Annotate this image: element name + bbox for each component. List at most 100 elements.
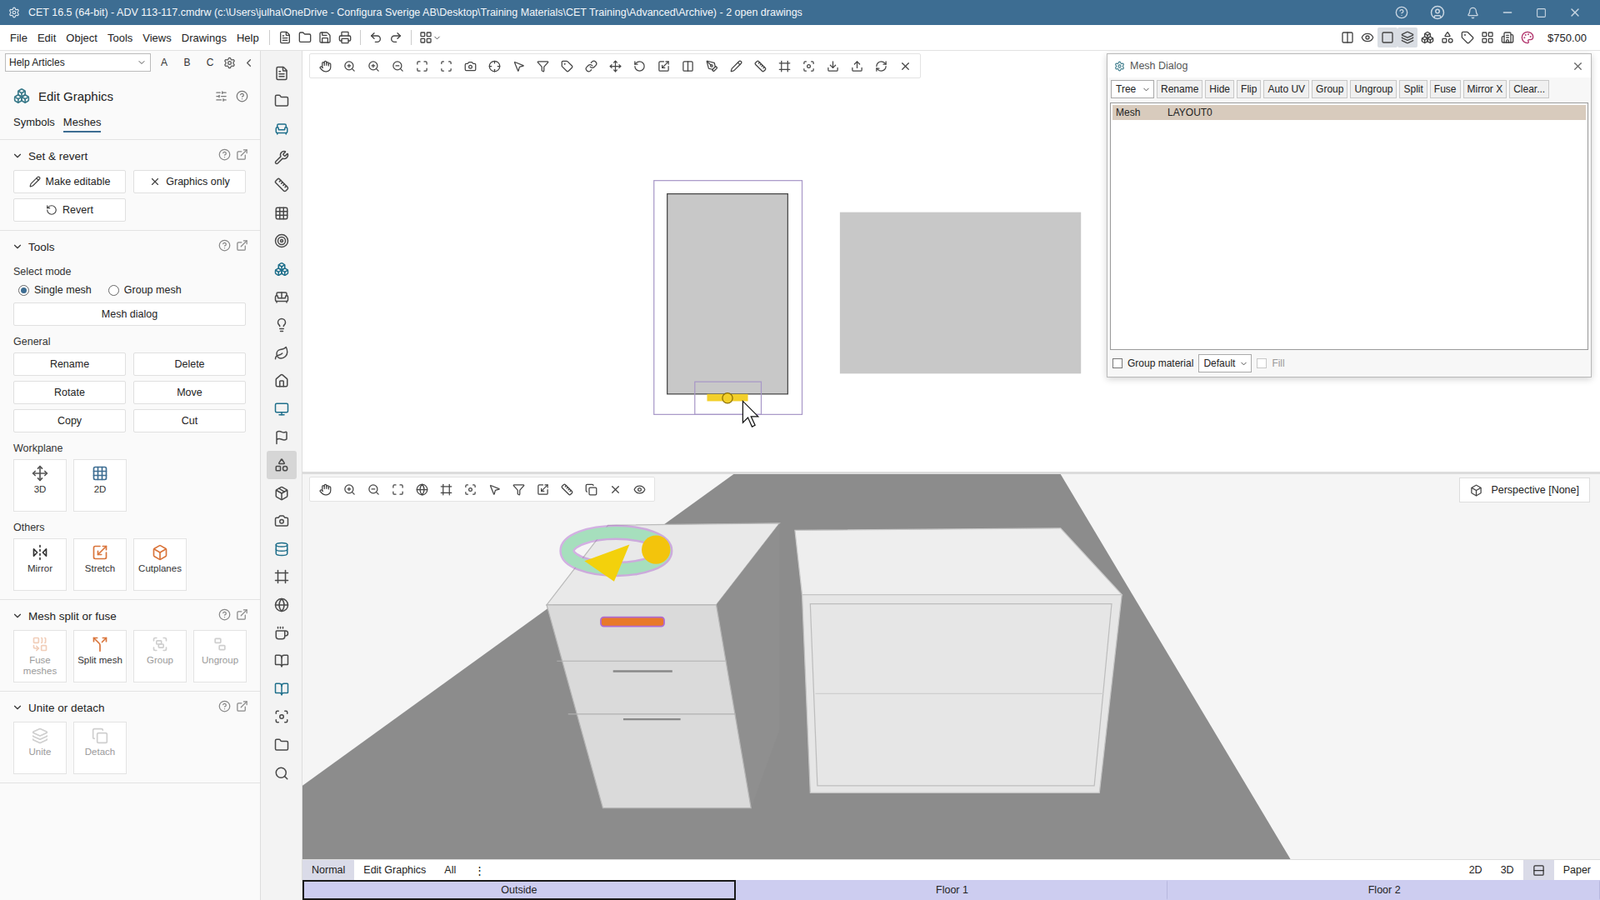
mesh-list[interactable]: MeshLAYOUT0 bbox=[1110, 102, 1589, 350]
tool-strip-icon[interactable] bbox=[266, 563, 297, 592]
view-mode[interactable]: 2D bbox=[1460, 860, 1492, 880]
tool-strip-icon[interactable] bbox=[266, 227, 297, 256]
view-tool-icon[interactable] bbox=[363, 55, 384, 76]
tool-strip-icon[interactable] bbox=[266, 143, 297, 172]
toolbar-icon[interactable] bbox=[1337, 27, 1358, 48]
view-tool-icon[interactable] bbox=[532, 479, 553, 500]
dialog-button[interactable]: Group bbox=[1311, 80, 1348, 99]
panel-tab[interactable]: Symbols bbox=[13, 115, 55, 133]
section-header[interactable]: Unite or detach bbox=[0, 695, 260, 720]
tool-strip-icon[interactable] bbox=[266, 255, 297, 284]
layout-dropdown-icon[interactable] bbox=[416, 27, 445, 48]
view-tool-icon[interactable] bbox=[411, 479, 432, 500]
notification-icon[interactable] bbox=[1466, 6, 1480, 20]
view-tool-icon[interactable] bbox=[387, 479, 408, 500]
dialog-button[interactable]: Ungroup bbox=[1350, 80, 1397, 99]
collapse-panel-icon[interactable] bbox=[242, 56, 255, 70]
dialog-title-bar[interactable]: Mesh Dialog bbox=[1107, 54, 1591, 78]
view-tool-icon[interactable] bbox=[677, 55, 698, 76]
user-icon[interactable] bbox=[1430, 5, 1445, 20]
dialog-button[interactable]: Fuse bbox=[1430, 80, 1461, 99]
toolbar-icon[interactable] bbox=[1497, 27, 1518, 48]
gizmo-arrow-icon[interactable] bbox=[641, 535, 670, 565]
tool-strip-icon[interactable] bbox=[266, 730, 297, 760]
tool-strip-icon[interactable] bbox=[266, 170, 297, 200]
help-letter[interactable]: C bbox=[200, 56, 220, 69]
view-tool-icon[interactable] bbox=[435, 479, 456, 500]
panel-button[interactable]: Revert bbox=[13, 198, 126, 222]
view-tool-icon[interactable] bbox=[774, 55, 795, 76]
menu-item[interactable]: Edit bbox=[32, 31, 61, 45]
menu-item[interactable]: Object bbox=[60, 31, 103, 45]
maximize-icon[interactable] bbox=[1535, 7, 1547, 19]
toolbar-icon[interactable] bbox=[1517, 27, 1538, 48]
view-tool-icon[interactable] bbox=[460, 55, 480, 76]
view-mode[interactable] bbox=[1523, 860, 1555, 880]
panel-button[interactable]: Cut bbox=[133, 409, 246, 433]
floor-tab[interactable]: Floor 1 bbox=[735, 880, 1169, 900]
popout-icon[interactable] bbox=[235, 608, 249, 624]
view-tool-icon[interactable] bbox=[629, 479, 650, 500]
collapse-icon[interactable] bbox=[11, 240, 24, 253]
menu-item[interactable]: Drawings bbox=[176, 31, 232, 45]
dialog-button[interactable]: Hide bbox=[1205, 80, 1235, 99]
view-tab[interactable]: Normal bbox=[302, 860, 355, 880]
help-letter[interactable]: A bbox=[154, 56, 175, 69]
view-tool-icon[interactable] bbox=[750, 55, 770, 76]
help-articles-select[interactable]: Help Articles bbox=[5, 53, 151, 72]
toolbar-icon[interactable] bbox=[1477, 27, 1498, 48]
help-icon[interactable] bbox=[218, 700, 231, 715]
tool-strip-icon[interactable] bbox=[266, 423, 297, 452]
tool-strip-icon[interactable] bbox=[266, 535, 297, 564]
tool-tile[interactable]: 2D bbox=[73, 459, 127, 512]
tool-tile[interactable]: Mirror bbox=[13, 538, 67, 591]
menu-item[interactable]: Tools bbox=[102, 31, 138, 45]
view-tool-icon[interactable] bbox=[895, 55, 915, 76]
floor-tab[interactable]: Floor 2 bbox=[1167, 880, 1600, 900]
view-tool-icon[interactable] bbox=[339, 479, 360, 500]
tool-tile[interactable]: 3D bbox=[13, 459, 67, 512]
panel-button[interactable]: Delete bbox=[133, 352, 246, 376]
tool-strip-icon[interactable] bbox=[266, 703, 297, 732]
toolbar-icon[interactable] bbox=[1457, 27, 1478, 48]
dialog-button[interactable]: Clear... bbox=[1509, 80, 1550, 99]
tool-tile[interactable]: Cutplanes bbox=[133, 538, 187, 591]
panel-button[interactable]: Rename bbox=[13, 352, 126, 376]
view-tool-icon[interactable] bbox=[629, 55, 650, 76]
view-tool-icon[interactable] bbox=[315, 55, 335, 76]
tool-strip-icon[interactable] bbox=[266, 646, 297, 675]
view-tool-icon[interactable] bbox=[701, 55, 722, 76]
toolbar-icon[interactable] bbox=[275, 27, 295, 48]
tool-strip-icon[interactable] bbox=[266, 199, 297, 228]
view-tool-icon[interactable] bbox=[315, 479, 335, 500]
tool-strip-icon[interactable] bbox=[266, 507, 297, 536]
model-canvas[interactable] bbox=[302, 474, 1600, 860]
toolbar-icon[interactable] bbox=[365, 27, 386, 48]
tool-tile[interactable]: Stretch bbox=[73, 538, 127, 591]
more-tabs-button[interactable]: ⋮ bbox=[465, 860, 495, 880]
close-icon[interactable] bbox=[1571, 60, 1585, 73]
close-icon[interactable] bbox=[1568, 5, 1582, 20]
tool-strip-icon[interactable] bbox=[266, 450, 297, 480]
panel-button[interactable]: Copy bbox=[13, 409, 126, 433]
view-tool-icon[interactable] bbox=[605, 55, 625, 76]
section-header[interactable]: Set & revert bbox=[0, 143, 260, 169]
section-header[interactable]: Tools bbox=[0, 234, 260, 260]
gizmo-arrow-icon[interactable] bbox=[584, 545, 630, 582]
options-icon[interactable] bbox=[215, 90, 228, 103]
tool-strip-icon[interactable] bbox=[266, 283, 297, 312]
view-tool-icon[interactable] bbox=[556, 55, 577, 76]
view-tool-icon[interactable] bbox=[387, 55, 408, 76]
menu-item[interactable]: File bbox=[5, 31, 33, 45]
projection-button[interactable]: Perspective [None] bbox=[1459, 477, 1590, 503]
collapse-icon[interactable] bbox=[11, 150, 24, 162]
toolbar-icon[interactable] bbox=[1397, 27, 1418, 48]
view-tool-icon[interactable] bbox=[532, 55, 553, 76]
popout-icon[interactable] bbox=[235, 239, 249, 255]
view-tool-icon[interactable] bbox=[435, 55, 456, 76]
dialog-button[interactable]: Split bbox=[1399, 80, 1427, 99]
dialog-button[interactable]: Auto UV bbox=[1263, 80, 1310, 99]
floor-tab[interactable]: Outside bbox=[302, 880, 736, 900]
mesh-dialog-button[interactable]: Mesh dialog bbox=[13, 302, 246, 326]
minimize-icon[interactable] bbox=[1500, 5, 1515, 20]
